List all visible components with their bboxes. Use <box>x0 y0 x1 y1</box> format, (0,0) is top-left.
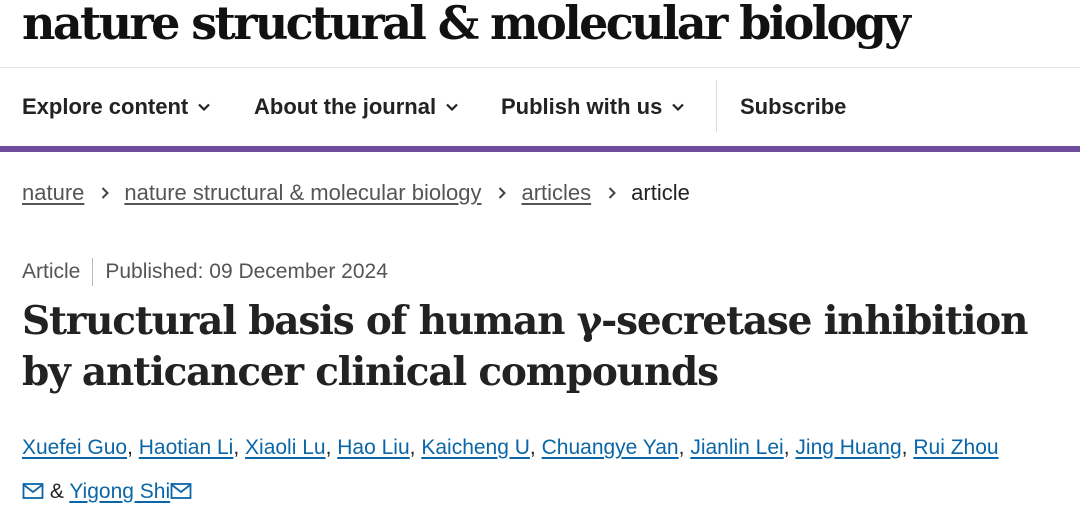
chevron-right-icon <box>499 187 507 199</box>
article-type: Article <box>22 260 81 283</box>
chevron-down-icon <box>446 103 458 112</box>
article-title: Structural basis of human γ-secretase in… <box>22 298 1028 395</box>
author-link[interactable]: Yigong Shi <box>69 480 170 503</box>
nav-divider <box>716 80 717 132</box>
author-link[interactable]: Haotian Li <box>139 436 234 459</box>
author-separator: , <box>409 436 416 459</box>
published-date: Published: 09 December 2024 <box>105 260 388 283</box>
main-nav: Explore content About the journal Publis… <box>0 68 1080 152</box>
breadcrumb-articles[interactable]: articles <box>521 180 591 206</box>
author-separator: , <box>529 436 536 459</box>
author-separator: , <box>678 436 685 459</box>
author-separator: , <box>127 436 133 459</box>
mail-icon[interactable] <box>22 482 44 500</box>
nav-explore-content[interactable]: Explore content <box>22 94 212 120</box>
masthead: nature structural & molecular biology <box>0 0 1080 68</box>
author-ampersand: & <box>49 480 64 503</box>
nav-publish-with-us[interactable]: Publish with us <box>501 94 686 120</box>
author-link[interactable]: Chuangye Yan <box>542 436 679 459</box>
author-list: Xuefei Guo, Haotian Li, Xiaoli Lu, Hao L… <box>22 426 1072 514</box>
nav-label: About the journal <box>254 94 437 119</box>
breadcrumb-current: article <box>631 180 690 205</box>
author-link[interactable]: Rui Zhou <box>913 436 998 459</box>
author-separator: , <box>325 436 332 459</box>
author-link[interactable]: Kaicheng U <box>421 436 530 459</box>
chevron-down-icon <box>198 103 211 112</box>
breadcrumb-nature[interactable]: nature <box>22 180 84 206</box>
meta-divider <box>92 258 94 286</box>
article-meta: Article Published: 09 December 2024 <box>22 258 388 286</box>
nav-label: Publish with us <box>501 94 663 119</box>
author-separator: , <box>783 436 790 459</box>
breadcrumb-journal[interactable]: nature structural & molecular biology <box>124 180 481 206</box>
author-link[interactable]: Xiaoli Lu <box>245 436 326 459</box>
author-link[interactable]: Xuefei Guo <box>22 436 127 459</box>
chevron-right-icon <box>608 187 617 199</box>
chevron-right-icon <box>102 187 110 199</box>
author-link[interactable]: Hao Liu <box>337 436 409 459</box>
nav-label: Explore content <box>22 94 189 119</box>
author-link[interactable]: Jianlin Lei <box>690 436 783 459</box>
nav-label: Subscribe <box>740 94 847 119</box>
journal-logo[interactable]: nature structural & molecular biology <box>22 0 911 50</box>
chevron-down-icon <box>672 103 685 112</box>
nav-subscribe[interactable]: Subscribe <box>740 94 846 120</box>
author-link[interactable]: Jing Huang <box>795 436 901 459</box>
author-separator: , <box>233 436 240 459</box>
breadcrumb: nature nature structural & molecular bio… <box>22 180 690 206</box>
mail-icon[interactable] <box>170 482 192 500</box>
nav-about-journal[interactable]: About the journal <box>254 94 460 120</box>
author-separator: , <box>901 436 908 459</box>
